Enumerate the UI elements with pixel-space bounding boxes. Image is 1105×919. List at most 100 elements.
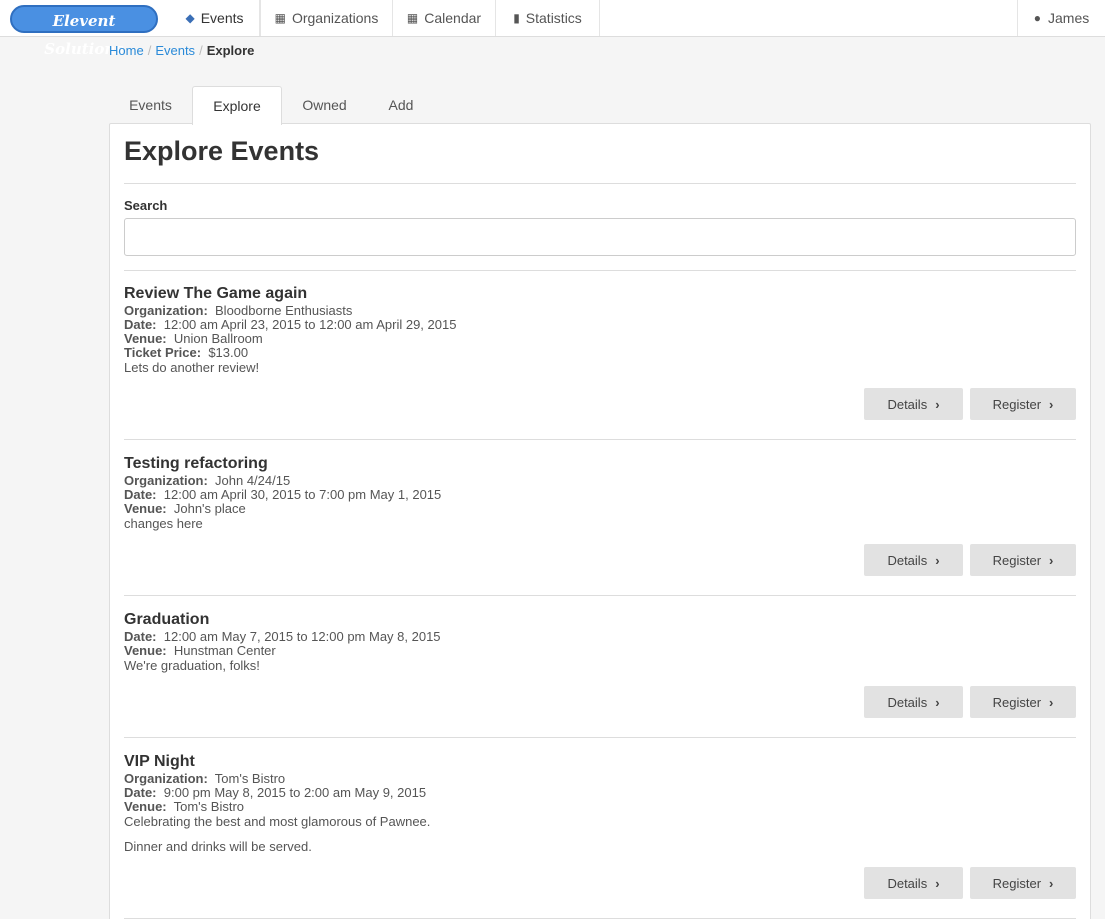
- event-organization: Organization: Tom's Bistro: [124, 772, 1076, 786]
- nav-item-statistics[interactable]: ▮ Statistics: [496, 0, 600, 36]
- breadcrumb-separator: /: [147, 42, 152, 58]
- nav-item-label: Events: [200, 10, 244, 26]
- button-label: Register: [992, 552, 1042, 568]
- building-icon: ▦: [274, 11, 286, 25]
- venue-value: Hunstman Center: [173, 643, 276, 658]
- user-menu[interactable]: ● James: [1017, 0, 1105, 36]
- ticket-price-value: $13.00: [208, 345, 249, 360]
- button-label: Register: [992, 694, 1042, 710]
- details-button[interactable]: Details ›: [864, 867, 963, 899]
- breadcrumb-events[interactable]: Events: [155, 43, 195, 58]
- organization-value: John 4/24/15: [215, 473, 291, 488]
- date-label: Date:: [124, 317, 157, 332]
- register-button[interactable]: Register ›: [970, 867, 1076, 899]
- divider: [124, 737, 1076, 738]
- event-item: Testing refactoring Organization: John 4…: [124, 454, 1076, 532]
- details-button[interactable]: Details ›: [864, 686, 963, 718]
- event-date: Date: 12:00 am April 30, 2015 to 7:00 pm…: [124, 488, 1076, 502]
- event-title: Testing refactoring: [124, 455, 268, 472]
- event-title: Review The Game again: [124, 285, 308, 302]
- event-title: VIP Night: [124, 753, 195, 770]
- nav-item-calendar[interactable]: ▦ Calendar: [393, 0, 496, 36]
- tab-events[interactable]: Events: [109, 86, 192, 124]
- event-item: VIP Night Organization: Tom's Bistro Dat…: [124, 752, 1076, 855]
- date-value: 12:00 am May 7, 2015 to 12:00 pm May 8, …: [163, 629, 441, 644]
- event-description: Lets do another review!: [124, 360, 260, 375]
- venue-label: Venue:: [124, 643, 167, 658]
- organization-label: Organization:: [124, 473, 208, 488]
- search-label: Search: [124, 198, 168, 213]
- details-button[interactable]: Details ›: [864, 544, 963, 576]
- organization-value: Tom's Bistro: [214, 771, 286, 786]
- event-description: Dinner and drinks will be served.: [124, 839, 312, 854]
- organization-value: Bloodborne Enthusiasts: [215, 303, 353, 318]
- section-tabs: Events Explore Owned Add: [109, 86, 509, 125]
- button-label: Details: [887, 396, 928, 412]
- ticket-icon: ◆: [185, 11, 195, 25]
- button-label: Register: [992, 396, 1042, 412]
- brand-logo[interactable]: Elevent Solutions: [10, 5, 158, 58]
- date-label: Date:: [124, 629, 157, 644]
- chevron-right-icon: ›: [935, 396, 940, 412]
- register-button[interactable]: Register ›: [970, 544, 1076, 576]
- divider: [124, 439, 1076, 440]
- venue-label: Venue:: [124, 331, 167, 346]
- event-item: Review The Game again Organization: Bloo…: [124, 284, 1076, 376]
- user-icon: ●: [1033, 11, 1041, 25]
- venue-label: Venue:: [124, 501, 167, 516]
- tab-explore[interactable]: Explore: [192, 86, 282, 125]
- bar-chart-icon: ▮: [513, 11, 520, 25]
- venue-value: Tom's Bistro: [173, 799, 245, 814]
- ticket-price-label: Ticket Price:: [124, 345, 202, 360]
- divider: [124, 595, 1076, 596]
- divider: [124, 183, 1076, 184]
- nav-item-organizations[interactable]: ▦ Organizations: [260, 0, 393, 36]
- tab-add[interactable]: Add: [367, 86, 435, 124]
- organization-label: Organization:: [124, 303, 208, 318]
- details-button[interactable]: Details ›: [864, 388, 963, 420]
- event-date: Date: 9:00 pm May 8, 2015 to 2:00 am May…: [124, 786, 1076, 800]
- breadcrumb: Home / Events / Explore: [109, 41, 254, 59]
- date-label: Date:: [124, 785, 157, 800]
- event-description: changes here: [124, 516, 203, 531]
- chevron-right-icon: ›: [935, 875, 940, 891]
- venue-value: John's place: [173, 501, 246, 516]
- chevron-right-icon: ›: [935, 694, 940, 710]
- event-venue: Venue: John's place: [124, 502, 1076, 516]
- user-name: James: [1048, 10, 1090, 26]
- venue-value: Union Ballroom: [173, 331, 263, 346]
- button-label: Details: [887, 552, 928, 568]
- event-description: We're graduation, folks!: [124, 658, 260, 673]
- event-venue: Venue: Union Ballroom: [124, 332, 1076, 346]
- register-button[interactable]: Register ›: [970, 686, 1076, 718]
- chevron-right-icon: ›: [1049, 694, 1054, 710]
- button-label: Details: [887, 694, 928, 710]
- event-title: Graduation: [124, 611, 210, 628]
- venue-label: Venue:: [124, 799, 167, 814]
- event-ticket-price: Ticket Price: $13.00: [124, 346, 1076, 360]
- tab-owned[interactable]: Owned: [282, 86, 367, 124]
- event-organization: Organization: Bloodborne Enthusiasts: [124, 304, 1076, 318]
- button-label: Details: [887, 875, 928, 891]
- search-input[interactable]: [124, 218, 1076, 256]
- chevron-right-icon: ›: [1049, 875, 1054, 891]
- date-value: 9:00 pm May 8, 2015 to 2:00 am May 9, 20…: [163, 785, 427, 800]
- calendar-icon: ▦: [406, 11, 419, 25]
- divider: [124, 270, 1076, 271]
- breadcrumb-home[interactable]: Home: [109, 43, 144, 58]
- event-organization: Organization: John 4/24/15: [124, 474, 1076, 488]
- nav-item-events[interactable]: ◆ Events: [170, 0, 260, 36]
- event-date: Date: 12:00 am May 7, 2015 to 12:00 pm M…: [124, 630, 1076, 644]
- explore-panel: Explore Events Search Review The Game ag…: [109, 123, 1091, 919]
- nav-item-label: Organizations: [291, 10, 379, 26]
- nav-item-label: Calendar: [424, 10, 482, 26]
- top-navbar: Elevent Solutions ◆ Events ▦ Organizatio…: [0, 0, 1105, 58]
- breadcrumb-separator: /: [199, 42, 203, 58]
- register-button[interactable]: Register ›: [970, 388, 1076, 420]
- nav-item-label: Statistics: [525, 10, 582, 26]
- date-value: 12:00 am April 23, 2015 to 12:00 am Apri…: [163, 317, 457, 332]
- event-item: Graduation Date: 12:00 am May 7, 2015 to…: [124, 610, 1076, 674]
- event-description: Celebrating the best and most glamorous …: [124, 814, 431, 829]
- page-title: Explore Events: [124, 136, 320, 166]
- event-venue: Venue: Tom's Bistro: [124, 800, 1076, 814]
